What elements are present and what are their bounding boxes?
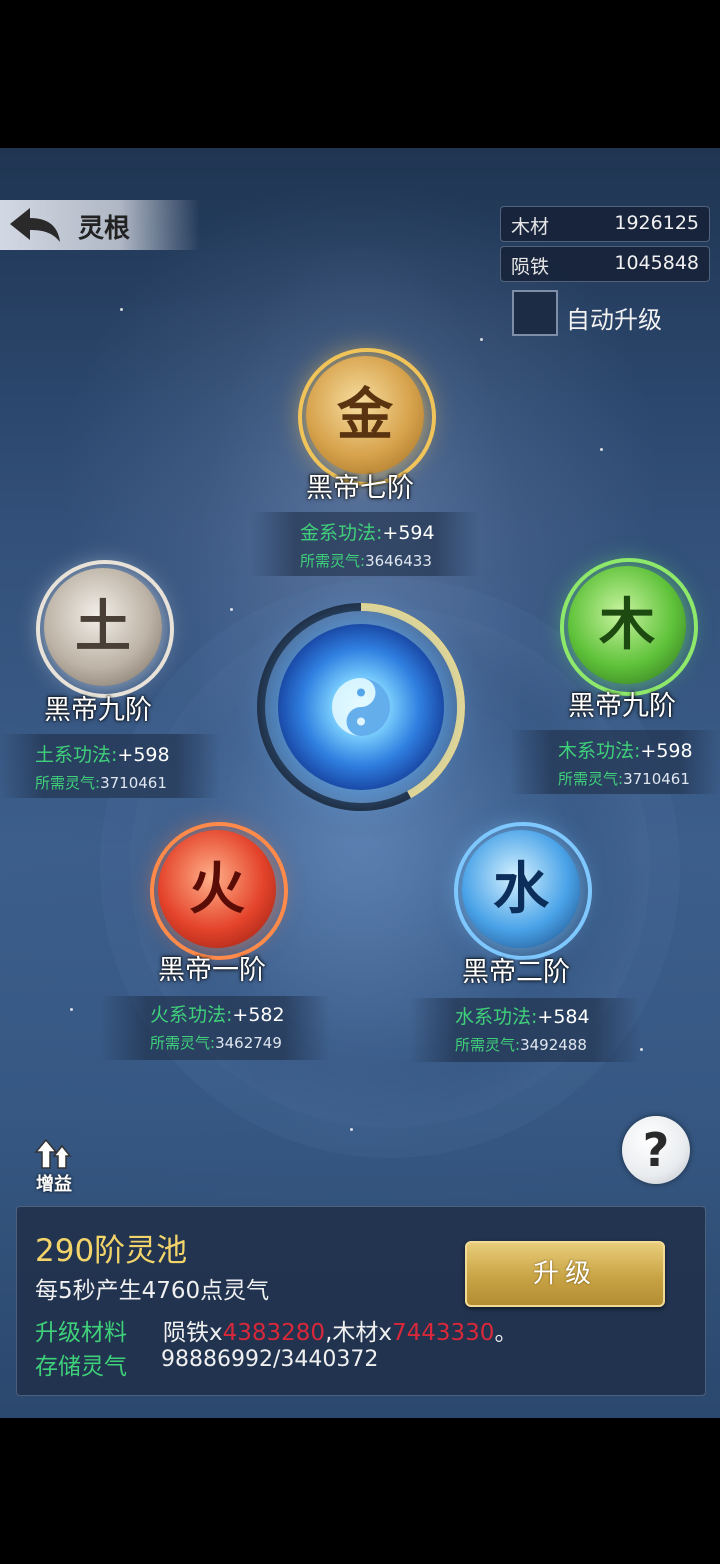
water-need: 所需灵气:3492488 [455, 1036, 587, 1054]
wood-orb[interactable]: 木 [560, 558, 698, 696]
wood-glyph: 木 [599, 592, 655, 658]
resource-iron: 陨铁 1045848 [500, 246, 710, 282]
earth-rank: 黑帝九阶 [44, 695, 152, 726]
star [70, 1008, 73, 1011]
buff-arrows-icon [34, 1138, 72, 1169]
header-bar: 灵根 [0, 200, 200, 250]
resource-label: 木材 [511, 216, 550, 238]
resource-value: 1045848 [614, 252, 699, 274]
water-skill: 水系功法:+584 [455, 1006, 590, 1028]
fire-rank: 黑帝一阶 [158, 955, 266, 986]
materials-label: 升级材料 [35, 1320, 127, 1346]
water-orb[interactable]: 水 [454, 822, 592, 960]
resource-label: 陨铁 [511, 256, 550, 278]
star [120, 308, 123, 311]
earth-glyph: 土 [75, 594, 131, 660]
auto-upgrade-label: 自动升级 [566, 306, 662, 334]
star [480, 338, 483, 341]
materials-text: 陨铁x4383280,木材x7443330。 [163, 1320, 518, 1346]
wood-skill: 木系功法:+598 [558, 740, 693, 762]
resource-value: 1926125 [614, 212, 699, 234]
earth-skill: 土系功法:+598 [35, 744, 170, 766]
star [350, 1128, 353, 1131]
upgrade-button[interactable]: 升级 [465, 1241, 665, 1307]
help-button[interactable]: ? [622, 1116, 690, 1184]
metal-glyph: 金 [337, 382, 393, 448]
question-icon: ? [642, 1123, 670, 1177]
metal-rank: 黑帝七阶 [306, 473, 414, 504]
auto-upgrade-checkbox[interactable] [512, 290, 558, 336]
water-glyph: 水 [493, 856, 549, 922]
fire-skill: 火系功法:+582 [150, 1004, 285, 1026]
resource-wood: 木材 1926125 [500, 206, 710, 242]
metal-orb[interactable]: 金 [298, 348, 436, 486]
buff-button[interactable]: 增益 [28, 1138, 80, 1195]
taiji-icon [332, 678, 390, 736]
buff-label: 增益 [36, 1174, 72, 1195]
metal-skill: 金系功法:+594 [300, 522, 435, 544]
earth-need: 所需灵气:3710461 [35, 774, 167, 792]
page-title: 灵根 [78, 214, 131, 244]
wood-need: 所需灵气:3710461 [558, 770, 690, 788]
fire-need: 所需灵气:3462749 [150, 1034, 282, 1052]
pool-title: 290阶灵池 [35, 1233, 188, 1269]
fire-glyph: 火 [189, 856, 245, 922]
pool-rate: 每5秒产生4760点灵气 [35, 1278, 270, 1304]
water-rank: 黑帝二阶 [462, 957, 570, 988]
storage-label: 存储灵气 [35, 1354, 127, 1380]
wood-rank: 黑帝九阶 [568, 691, 676, 722]
star [640, 1048, 643, 1051]
fire-orb[interactable]: 火 [150, 822, 288, 960]
back-arrow-icon[interactable] [8, 206, 62, 244]
storage-value: 98886992/3440372 [161, 1347, 379, 1372]
star [600, 448, 603, 451]
metal-need: 所需灵气:3646433 [300, 552, 432, 570]
earth-orb[interactable]: 土 [36, 560, 174, 698]
star [230, 608, 233, 611]
upgrade-label: 升级 [532, 1259, 597, 1289]
spirit-pool-panel: 290阶灵池 每5秒产生4760点灵气 升级材料 陨铁x4383280,木材x7… [16, 1206, 706, 1396]
